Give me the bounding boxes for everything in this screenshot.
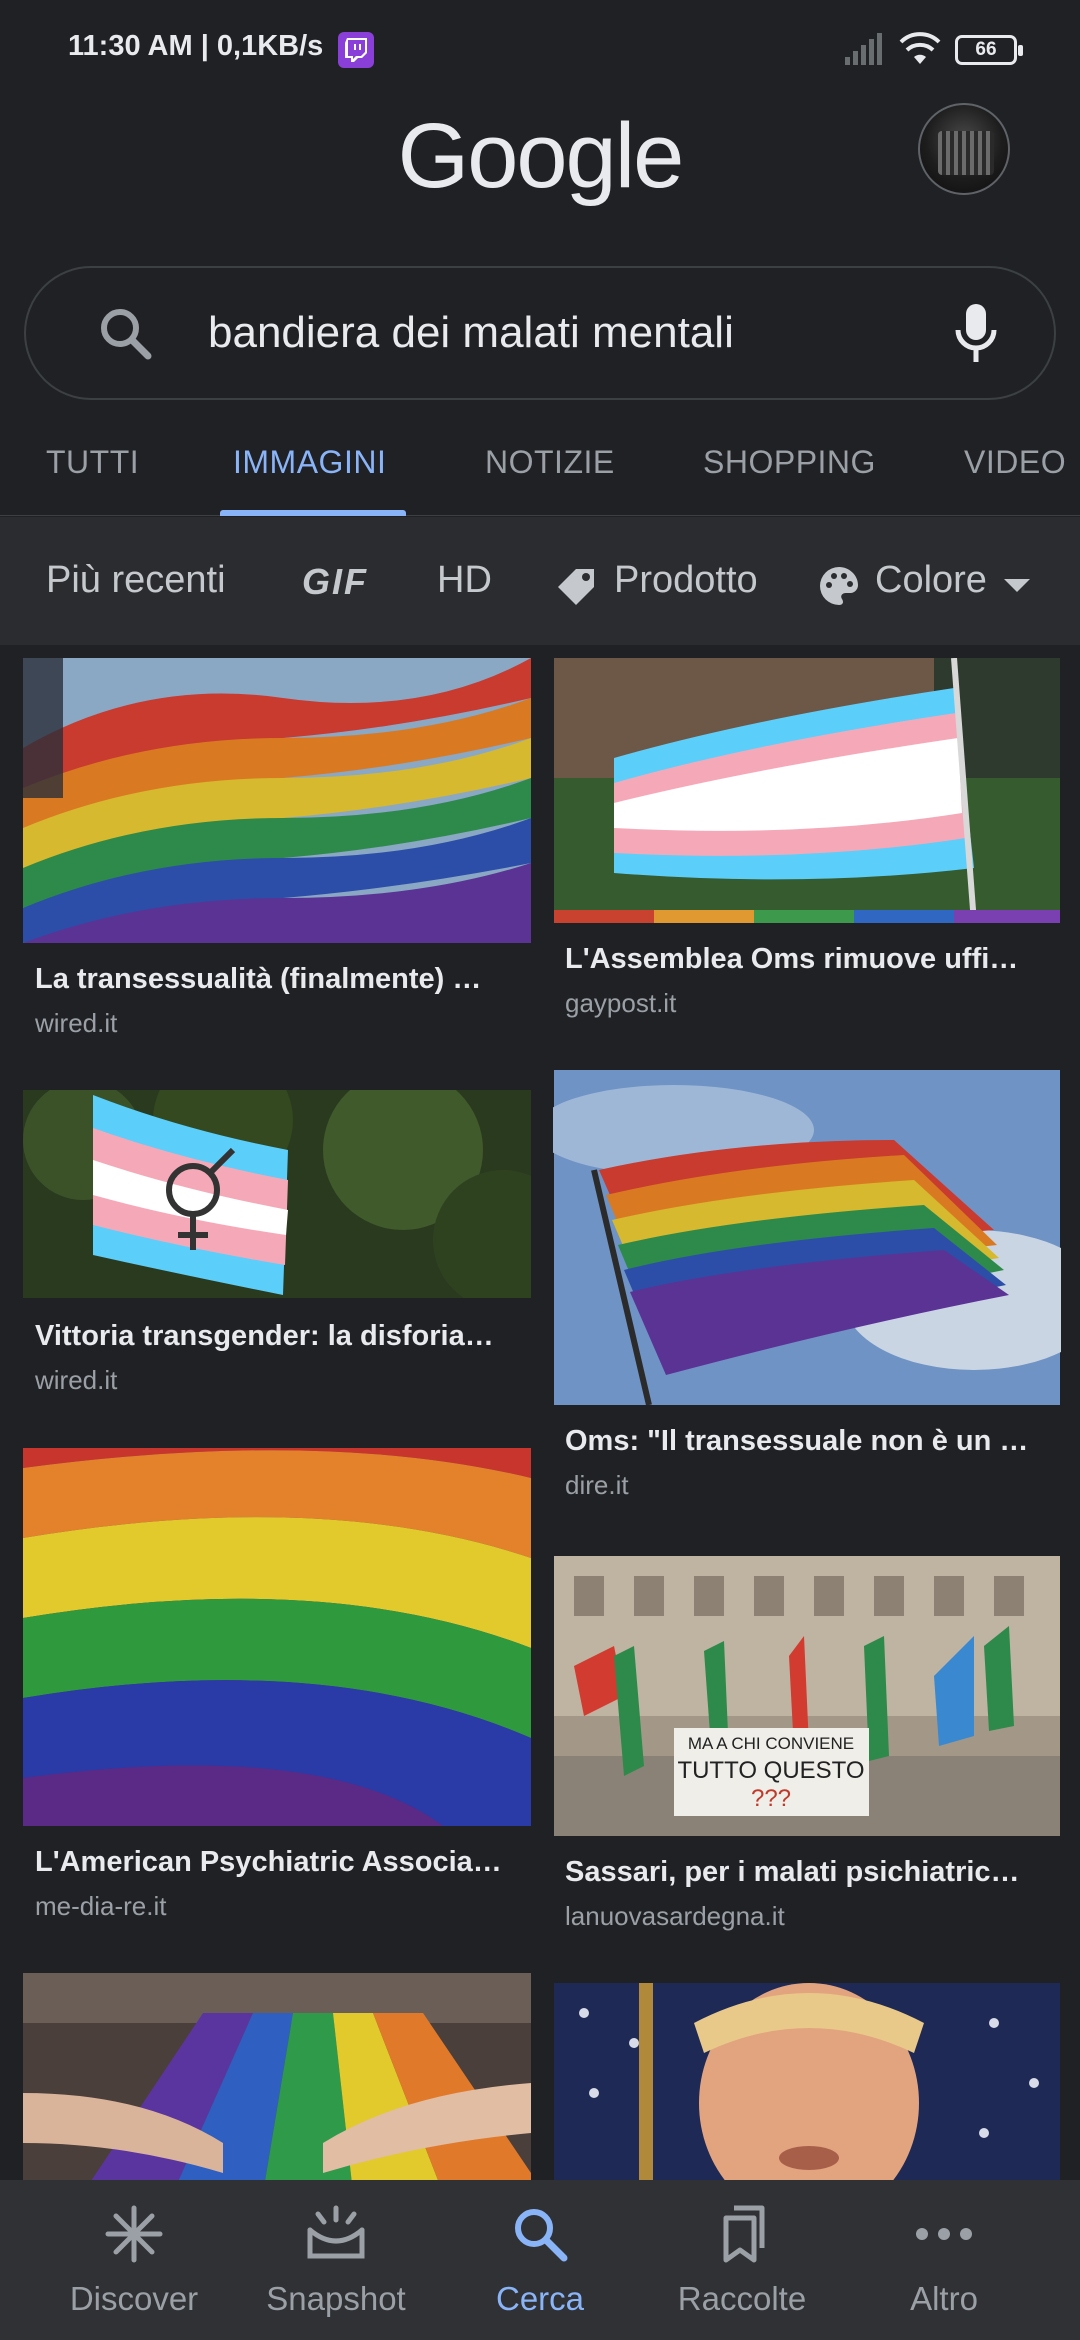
result-source: dire.it	[565, 1470, 629, 1500]
nav-collections[interactable]: Raccolte	[642, 2180, 842, 2340]
search-tabs: TUTTI IMMAGINI NOTIZIE SHOPPING VIDEO	[0, 420, 1080, 516]
result-image[interactable]	[23, 1973, 531, 2180]
tag-icon	[558, 569, 594, 605]
tab-video[interactable]: VIDEO	[964, 444, 1066, 481]
search-input[interactable]: bandiera dei malati mentali	[208, 308, 734, 358]
more-icon	[916, 2228, 972, 2240]
nav-collections-label: Raccolte	[677, 2280, 807, 2317]
avatar[interactable]	[918, 103, 1010, 195]
tab-tutti[interactable]: TUTTI	[46, 444, 139, 481]
protest-banner-line-1: MA A CHI CONVIENE	[688, 1734, 854, 1753]
search-icon[interactable]	[96, 304, 156, 364]
battery-icon: 66	[955, 35, 1023, 65]
asterisk-icon	[105, 2205, 163, 2263]
nav-snapshot[interactable]: Snapshot	[236, 2180, 436, 2340]
result-title[interactable]: La transessualità (finalmente) …	[35, 963, 525, 996]
twitch-icon	[338, 32, 374, 68]
tab-immagini[interactable]: IMMAGINI	[233, 444, 386, 481]
status-time: 11:30 AM | 0,1KB/s	[68, 30, 324, 62]
nav-search[interactable]: Cerca	[440, 2180, 640, 2340]
result-image[interactable]	[23, 1448, 531, 1826]
result-title[interactable]: L'Assemblea Oms rimuove uffi…	[565, 943, 1055, 976]
search-icon	[515, 2209, 568, 2262]
result-image[interactable]: MA A CHI CONVIENE TUTTO QUESTO ???	[553, 1556, 1061, 1836]
result-source: wired.it	[35, 1365, 118, 1395]
nav-search-label: Cerca	[495, 2280, 585, 2317]
protest-banner-line-3: ???	[751, 1785, 791, 1812]
nav-discover[interactable]: Discover	[34, 2180, 234, 2340]
nav-discover-label: Discover	[69, 2280, 199, 2317]
active-tab-indicator	[220, 510, 406, 516]
tab-shopping[interactable]: SHOPPING	[703, 444, 876, 481]
bottom-navigation: Discover Snapshot Cerca Raccolte Altro	[0, 2180, 1080, 2340]
filter-product[interactable]: Prodotto	[614, 559, 758, 602]
protest-banner-line-2: TUTTO QUESTO	[677, 1757, 864, 1784]
result-image[interactable]	[553, 1070, 1061, 1405]
nav-snapshot-label: Snapshot	[266, 2280, 406, 2317]
result-title[interactable]: L'American Psychiatric Associa…	[35, 1846, 525, 1879]
wifi-icon	[899, 32, 941, 64]
result-title[interactable]: Vittoria transgender: la disforia…	[35, 1320, 525, 1353]
search-box[interactable]: bandiera dei malati mentali	[24, 266, 1056, 400]
result-card[interactable]: La transessualità (finalmente) … wired.i…	[23, 658, 531, 1038]
chevron-down-icon[interactable]	[1004, 579, 1030, 593]
filter-hd[interactable]: HD	[437, 559, 492, 602]
result-title[interactable]: Oms: "Il transessuale non è un …	[565, 1425, 1055, 1458]
result-source: lanuovasardegna.it	[565, 1901, 785, 1931]
filter-recent[interactable]: Più recenti	[46, 559, 226, 602]
result-source: wired.it	[35, 1008, 118, 1038]
bookmarks-icon	[723, 2205, 765, 2263]
tab-notizie[interactable]: NOTIZIE	[485, 444, 615, 481]
status-bar: 11:30 AM | 0,1KB/s 66	[0, 0, 1080, 100]
result-source: me-dia-re.it	[35, 1891, 167, 1921]
result-image[interactable]	[553, 658, 1061, 923]
nav-more-label: Altro	[910, 2280, 978, 2317]
battery-level: 66	[975, 39, 997, 60]
image-results: La transessualità (finalmente) … wired.i…	[0, 645, 1080, 2180]
result-image[interactable]	[553, 1983, 1061, 2180]
mic-icon[interactable]	[954, 302, 998, 366]
result-source: gaypost.it	[565, 988, 677, 1018]
filter-bar: Più recenti GIF HD Prodotto Colore	[0, 517, 1080, 645]
result-title[interactable]: Sassari, per i malati psichiatric…	[565, 1856, 1055, 1889]
filter-gif[interactable]: GIF	[302, 561, 368, 603]
result-image[interactable]	[23, 1090, 531, 1298]
nav-more[interactable]: Altro	[844, 2180, 1044, 2340]
snapshot-icon	[307, 2205, 365, 2259]
signal-icon	[845, 33, 882, 65]
palette-icon	[820, 567, 859, 605]
result-image[interactable]	[23, 658, 531, 943]
filter-color[interactable]: Colore	[875, 559, 987, 602]
